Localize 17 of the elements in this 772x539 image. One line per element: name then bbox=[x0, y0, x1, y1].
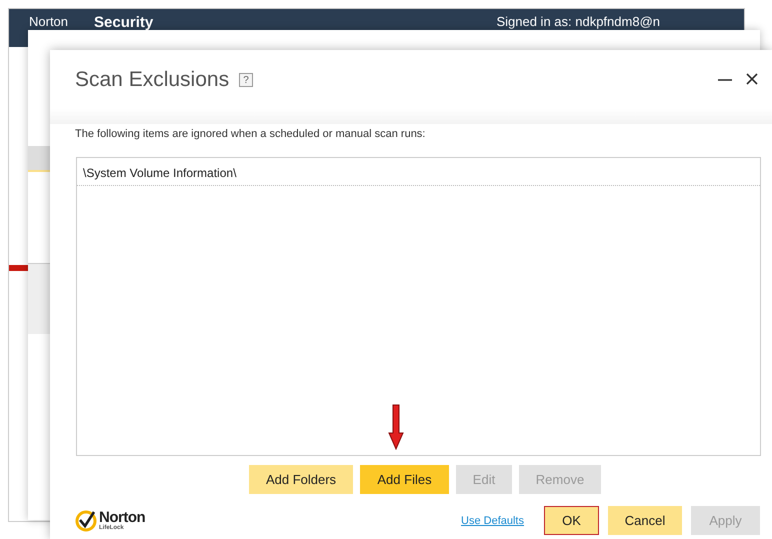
close-icon[interactable] bbox=[746, 73, 758, 85]
tab-strip bbox=[28, 146, 50, 172]
list-item[interactable]: \System Volume Information\ bbox=[77, 158, 760, 186]
arrow-icon bbox=[388, 404, 404, 450]
use-defaults-link[interactable]: Use Defaults bbox=[461, 514, 524, 526]
dialog-title: Scan Exclusions bbox=[75, 68, 230, 92]
brand-name: Norton bbox=[29, 14, 68, 29]
status-bar-marker bbox=[9, 265, 29, 271]
list-button[interactable]: Add Folders bbox=[249, 465, 353, 494]
help-button[interactable]: ? bbox=[239, 73, 254, 87]
description: The following items are ignored when a scheduled or manual scan runs: bbox=[74, 127, 426, 140]
settings-rows bbox=[28, 263, 50, 334]
dialog-button[interactable]: OK bbox=[544, 506, 599, 535]
list-button[interactable]: Add Files bbox=[360, 465, 449, 494]
account-label: Signed in as: ndkpfndm8@n bbox=[496, 14, 660, 29]
window-title: Security bbox=[94, 14, 154, 31]
dialog-button[interactable]: Cancel bbox=[608, 506, 682, 535]
